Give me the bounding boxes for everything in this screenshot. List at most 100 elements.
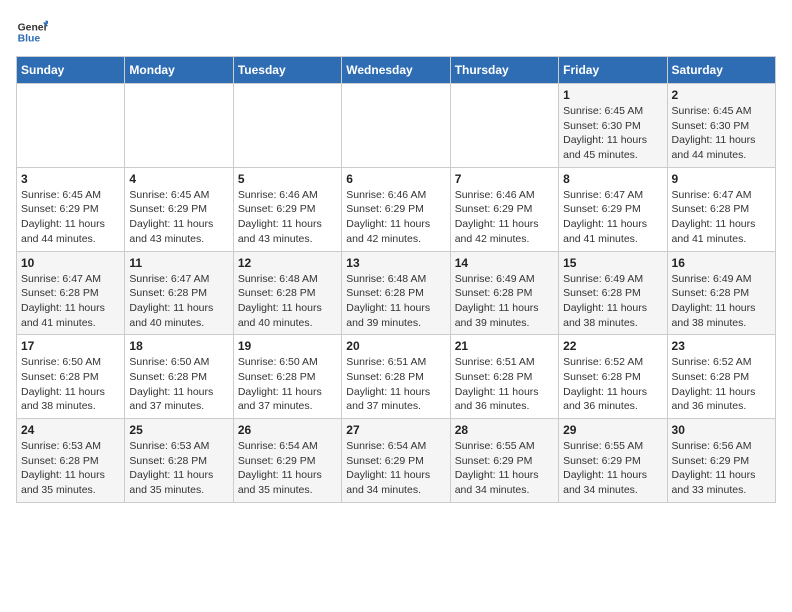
calendar-cell: 5 Sunrise: 6:46 AM Sunset: 6:29 PM Daylig… — [233, 167, 341, 251]
day-number: 10 — [21, 256, 120, 270]
day-number: 16 — [672, 256, 771, 270]
calendar-cell: 3Sunrise: 6:45 AM Sunset: 6:29 PM Daylig… — [17, 167, 125, 251]
weekday-header-wednesday: Wednesday — [342, 57, 450, 84]
calendar-cell: 13 Sunrise: 6:48 AM Sunset: 6:28 PM Dayli… — [342, 251, 450, 335]
day-info: Sunrise: 6:45 AM Sunset: 6:30 PM Dayligh… — [563, 104, 662, 163]
day-number: 22 — [563, 339, 662, 353]
day-number: 30 — [672, 423, 771, 437]
calendar-cell — [17, 84, 125, 168]
day-info: Sunrise: 6:56 AM Sunset: 6:29 PM Dayligh… — [672, 439, 771, 498]
week-row-4: 17 Sunrise: 6:50 AM Sunset: 6:28 PM Dayli… — [17, 335, 776, 419]
week-row-2: 3Sunrise: 6:45 AM Sunset: 6:29 PM Daylig… — [17, 167, 776, 251]
day-number: 28 — [455, 423, 554, 437]
day-number: 5 — [238, 172, 337, 186]
day-info: Sunrise: 6:54 AM Sunset: 6:29 PM Dayligh… — [238, 439, 337, 498]
day-number: 26 — [238, 423, 337, 437]
calendar-cell — [233, 84, 341, 168]
calendar-cell: 14 Sunrise: 6:49 AM Sunset: 6:28 PM Dayli… — [450, 251, 558, 335]
calendar-table: SundayMondayTuesdayWednesdayThursdayFrid… — [16, 56, 776, 503]
calendar-cell: 16 Sunrise: 6:49 AM Sunset: 6:28 PM Dayli… — [667, 251, 775, 335]
calendar-cell: 11Sunrise: 6:47 AM Sunset: 6:28 PM Dayli… — [125, 251, 233, 335]
weekday-header-saturday: Saturday — [667, 57, 775, 84]
day-info: Sunrise: 6:46 AM Sunset: 6:29 PM Dayligh… — [238, 188, 337, 247]
calendar-cell: 17 Sunrise: 6:50 AM Sunset: 6:28 PM Dayli… — [17, 335, 125, 419]
day-number: 17 — [21, 339, 120, 353]
day-info: Sunrise: 6:55 AM Sunset: 6:29 PM Dayligh… — [563, 439, 662, 498]
calendar-cell: 2Sunrise: 6:45 AM Sunset: 6:30 PM Daylig… — [667, 84, 775, 168]
day-info: Sunrise: 6:50 AM Sunset: 6:28 PM Dayligh… — [21, 355, 120, 414]
weekday-header-row: SundayMondayTuesdayWednesdayThursdayFrid… — [17, 57, 776, 84]
day-info: Sunrise: 6:45 AM Sunset: 6:29 PM Dayligh… — [129, 188, 228, 247]
weekday-header-tuesday: Tuesday — [233, 57, 341, 84]
day-info: Sunrise: 6:51 AM Sunset: 6:28 PM Dayligh… — [455, 355, 554, 414]
day-info: Sunrise: 6:52 AM Sunset: 6:28 PM Dayligh… — [672, 355, 771, 414]
calendar-cell — [342, 84, 450, 168]
day-info: Sunrise: 6:54 AM Sunset: 6:29 PM Dayligh… — [346, 439, 445, 498]
day-number: 9 — [672, 172, 771, 186]
day-number: 8 — [563, 172, 662, 186]
calendar-cell: 10 Sunrise: 6:47 AM Sunset: 6:28 PM Dayli… — [17, 251, 125, 335]
day-info: Sunrise: 6:48 AM Sunset: 6:28 PM Dayligh… — [346, 272, 445, 331]
day-number: 15 — [563, 256, 662, 270]
calendar-cell: 12Sunrise: 6:48 AM Sunset: 6:28 PM Dayli… — [233, 251, 341, 335]
calendar-cell: 24 Sunrise: 6:53 AM Sunset: 6:28 PM Dayli… — [17, 419, 125, 503]
day-info: Sunrise: 6:52 AM Sunset: 6:28 PM Dayligh… — [563, 355, 662, 414]
week-row-1: 1Sunrise: 6:45 AM Sunset: 6:30 PM Daylig… — [17, 84, 776, 168]
day-info: Sunrise: 6:49 AM Sunset: 6:28 PM Dayligh… — [672, 272, 771, 331]
calendar-cell: 26 Sunrise: 6:54 AM Sunset: 6:29 PM Dayli… — [233, 419, 341, 503]
day-number: 18 — [129, 339, 228, 353]
day-info: Sunrise: 6:50 AM Sunset: 6:28 PM Dayligh… — [129, 355, 228, 414]
day-info: Sunrise: 6:51 AM Sunset: 6:28 PM Dayligh… — [346, 355, 445, 414]
week-row-3: 10 Sunrise: 6:47 AM Sunset: 6:28 PM Dayli… — [17, 251, 776, 335]
weekday-header-friday: Friday — [559, 57, 667, 84]
calendar-cell: 20 Sunrise: 6:51 AM Sunset: 6:28 PM Dayli… — [342, 335, 450, 419]
calendar-cell: 9 Sunrise: 6:47 AM Sunset: 6:28 PM Daylig… — [667, 167, 775, 251]
svg-text:Blue: Blue — [18, 34, 41, 45]
day-number: 2 — [672, 88, 771, 102]
day-number: 13 — [346, 256, 445, 270]
calendar-cell: 15 Sunrise: 6:49 AM Sunset: 6:28 PM Dayli… — [559, 251, 667, 335]
day-info: Sunrise: 6:49 AM Sunset: 6:28 PM Dayligh… — [455, 272, 554, 331]
day-info: Sunrise: 6:53 AM Sunset: 6:28 PM Dayligh… — [129, 439, 228, 498]
day-info: Sunrise: 6:49 AM Sunset: 6:28 PM Dayligh… — [563, 272, 662, 331]
day-info: Sunrise: 6:47 AM Sunset: 6:28 PM Dayligh… — [672, 188, 771, 247]
day-info: Sunrise: 6:55 AM Sunset: 6:29 PM Dayligh… — [455, 439, 554, 498]
calendar-cell: 18 Sunrise: 6:50 AM Sunset: 6:28 PM Dayli… — [125, 335, 233, 419]
day-info: Sunrise: 6:48 AM Sunset: 6:28 PM Dayligh… — [238, 272, 337, 331]
day-number: 7 — [455, 172, 554, 186]
day-info: Sunrise: 6:47 AM Sunset: 6:28 PM Dayligh… — [21, 272, 120, 331]
day-number: 25 — [129, 423, 228, 437]
calendar-cell: 28 Sunrise: 6:55 AM Sunset: 6:29 PM Dayli… — [450, 419, 558, 503]
calendar-cell — [125, 84, 233, 168]
calendar-cell: 27 Sunrise: 6:54 AM Sunset: 6:29 PM Dayli… — [342, 419, 450, 503]
calendar-cell: 6 Sunrise: 6:46 AM Sunset: 6:29 PM Daylig… — [342, 167, 450, 251]
day-info: Sunrise: 6:47 AM Sunset: 6:28 PM Dayligh… — [129, 272, 228, 331]
day-number: 6 — [346, 172, 445, 186]
day-number: 27 — [346, 423, 445, 437]
calendar-cell: 25 Sunrise: 6:53 AM Sunset: 6:28 PM Dayli… — [125, 419, 233, 503]
logo-icon: General Blue — [16, 16, 48, 48]
logo: General Blue — [16, 16, 48, 48]
calendar-cell: 30 Sunrise: 6:56 AM Sunset: 6:29 PM Dayli… — [667, 419, 775, 503]
day-info: Sunrise: 6:47 AM Sunset: 6:29 PM Dayligh… — [563, 188, 662, 247]
day-info: Sunrise: 6:53 AM Sunset: 6:28 PM Dayligh… — [21, 439, 120, 498]
calendar-cell: 8 Sunrise: 6:47 AM Sunset: 6:29 PM Daylig… — [559, 167, 667, 251]
calendar-cell — [450, 84, 558, 168]
calendar-cell: 22 Sunrise: 6:52 AM Sunset: 6:28 PM Dayli… — [559, 335, 667, 419]
svg-text:General: General — [18, 22, 48, 33]
week-row-5: 24 Sunrise: 6:53 AM Sunset: 6:28 PM Dayli… — [17, 419, 776, 503]
day-info: Sunrise: 6:45 AM Sunset: 6:29 PM Dayligh… — [21, 188, 120, 247]
day-number: 14 — [455, 256, 554, 270]
day-number: 20 — [346, 339, 445, 353]
day-number: 24 — [21, 423, 120, 437]
day-info: Sunrise: 6:46 AM Sunset: 6:29 PM Dayligh… — [455, 188, 554, 247]
calendar-cell: 4Sunrise: 6:45 AM Sunset: 6:29 PM Daylig… — [125, 167, 233, 251]
day-info: Sunrise: 6:46 AM Sunset: 6:29 PM Dayligh… — [346, 188, 445, 247]
day-number: 19 — [238, 339, 337, 353]
calendar-cell: 1Sunrise: 6:45 AM Sunset: 6:30 PM Daylig… — [559, 84, 667, 168]
day-number: 23 — [672, 339, 771, 353]
weekday-header-sunday: Sunday — [17, 57, 125, 84]
calendar-cell: 21Sunrise: 6:51 AM Sunset: 6:28 PM Dayli… — [450, 335, 558, 419]
day-number: 29 — [563, 423, 662, 437]
day-info: Sunrise: 6:50 AM Sunset: 6:28 PM Dayligh… — [238, 355, 337, 414]
